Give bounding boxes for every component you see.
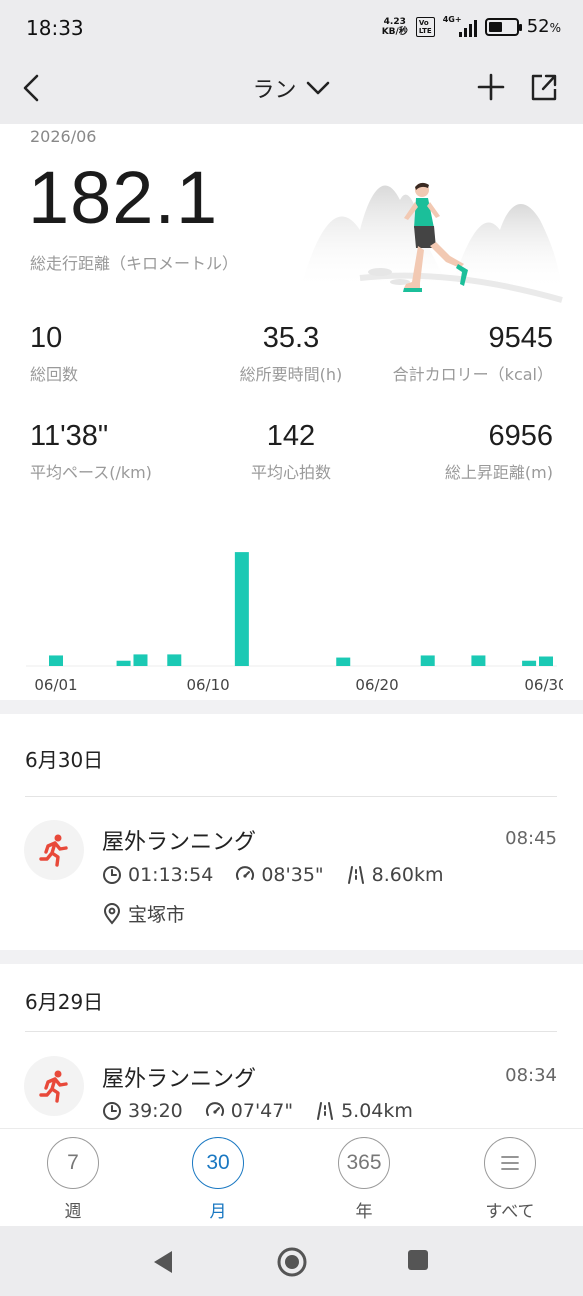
status-indicators: 4.23 KB/秒 Vo LTE 4G+ 52%: [381, 14, 561, 38]
pace-gauge-icon: [205, 1102, 224, 1116]
chart-bar[interactable]: [336, 657, 351, 666]
activity-pace: 08'35": [261, 864, 324, 886]
total-distance-label: 総走行距離（キロメートル）: [30, 254, 239, 273]
status-bar: 18:33 4.23 KB/秒 Vo LTE 4G+ 52%: [0, 0, 583, 58]
chart-bar[interactable]: [522, 660, 537, 666]
chart-bar[interactable]: [167, 654, 182, 666]
chart-tick-label: 06/20: [355, 676, 398, 694]
tab-year[interactable]: 365 年: [319, 1137, 409, 1222]
activity-time: 08:45: [505, 828, 557, 849]
divider: [25, 796, 557, 797]
chart-bar[interactable]: [116, 660, 131, 666]
menu-icon: [484, 1137, 536, 1189]
plus-icon: [477, 73, 505, 101]
tab-week[interactable]: 7 週: [28, 1137, 118, 1222]
battery-icon: [484, 17, 522, 36]
activity-duration: 39:20: [128, 1100, 183, 1122]
period-tab-bar: 7 週 30 月 365 年 すべて: [0, 1128, 583, 1226]
clock-icon: [103, 866, 121, 884]
chart-tick-label: 06/30: [524, 676, 563, 694]
activity-distance: 5.04km: [341, 1100, 413, 1122]
stat-avg-heart-rate: 142 平均心拍数: [250, 420, 331, 482]
activity-time: 08:34: [505, 1065, 557, 1086]
chart-bar[interactable]: [471, 655, 486, 666]
page-title: ラン: [252, 78, 297, 103]
pace-gauge-icon: [236, 866, 255, 880]
activity-title: 屋外ランニング: [102, 830, 257, 855]
total-distance-value: 182.1: [28, 156, 219, 239]
chart-bar[interactable]: [234, 552, 249, 666]
add-button[interactable]: [476, 72, 506, 102]
chart-bar[interactable]: [539, 656, 553, 666]
battery-percent: 52%: [526, 16, 561, 37]
tab-all[interactable]: すべて: [465, 1137, 555, 1222]
chevron-down-icon: [306, 81, 329, 95]
stat-avg-pace: 11'38" 平均ペース(/km): [30, 420, 152, 482]
road-icon: [317, 1102, 334, 1120]
date-header: 6月29日: [25, 990, 104, 1014]
share-icon: [531, 74, 557, 101]
share-button[interactable]: [530, 72, 558, 102]
stat-total-count: 10 総回数: [30, 322, 79, 384]
chart-bar[interactable]: [49, 655, 63, 666]
status-time: 18:33: [26, 16, 84, 40]
road-icon: [347, 866, 364, 884]
nav-home-icon[interactable]: [276, 1246, 308, 1278]
net-speed: 4.23 KB/秒: [381, 16, 408, 37]
volte-icon: Vo LTE: [415, 16, 435, 37]
network-type: 4G+: [442, 14, 462, 24]
chart-tick-label: 06/01: [34, 676, 77, 694]
activity-metrics: 01:13:54 08'35" 8.60km: [102, 864, 466, 886]
date-header: 6月30日: [25, 748, 104, 772]
chart-bar[interactable]: [133, 654, 148, 666]
activity-title: 屋外ランニング: [102, 1067, 257, 1092]
activity-pace: 07'47": [230, 1100, 294, 1122]
stat-total-calories: 9545 合計カロリー（kcal）: [392, 322, 553, 384]
nav-back-icon[interactable]: [152, 1249, 174, 1275]
chart-bar[interactable]: [420, 655, 435, 666]
chart-tick-label: 06/10: [186, 676, 229, 694]
activity-metrics: 39:20 07'47" 5.04km: [102, 1100, 435, 1122]
activity-location: 宝塚市: [102, 900, 185, 927]
activity-location-text: 宝塚市: [128, 904, 186, 926]
divider: [25, 1031, 557, 1032]
signal-icon: 4G+: [442, 14, 477, 37]
stat-total-time: 35.3 総所要時間(h): [239, 322, 343, 384]
clock-icon: [103, 1102, 121, 1120]
section-divider: [0, 950, 583, 964]
app-bar: ラン: [0, 58, 583, 124]
activity-distance: 8.60km: [371, 864, 444, 886]
runner-illustration: [300, 182, 563, 303]
activity-duration: 01:13:54: [128, 864, 214, 886]
running-icon: [24, 820, 84, 880]
stat-total-ascent: 6956 総上昇距離(m): [444, 420, 553, 482]
running-icon: [24, 1056, 84, 1116]
section-divider: [0, 700, 583, 714]
month-label: 2026/06: [30, 127, 97, 146]
daily-distance-chart: 06/01 06/10 06/20 06/30: [26, 552, 563, 694]
tab-month[interactable]: 30 月: [173, 1137, 263, 1222]
system-navigation-bar: [0, 1226, 583, 1296]
location-pin-icon: [103, 902, 121, 925]
nav-recents-icon[interactable]: [407, 1249, 429, 1271]
